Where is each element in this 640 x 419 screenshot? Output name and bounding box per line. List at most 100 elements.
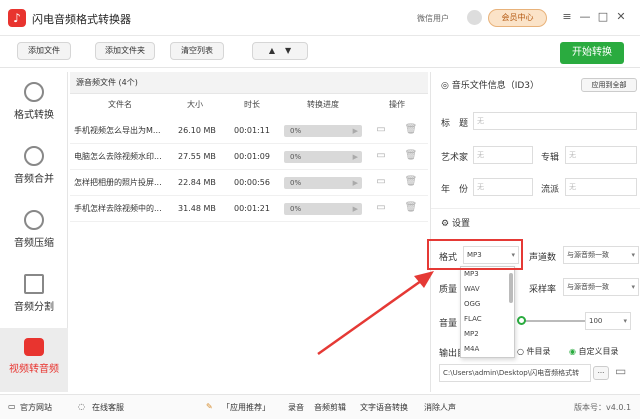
id3-album-input[interactable]: 无 [565, 146, 637, 164]
add-folder-button[interactable]: 添加文件夹 [95, 42, 155, 60]
sidebar-item-audio-merge[interactable]: 音频合并 [0, 136, 68, 200]
gear-icon: ⚙ [441, 219, 452, 229]
file-duration: 00:01:21 [234, 204, 270, 213]
minimize-icon[interactable]: — [578, 10, 592, 24]
format-option-mp2[interactable]: MP2 [461, 327, 506, 342]
column-header-progress: 转换进度 [307, 100, 339, 109]
output-source-option[interactable]: ○ 件目录 [517, 346, 551, 357]
sidebar-item-video-to-audio[interactable]: 视频转音频 [0, 328, 68, 392]
sidebar-item-label: 视频转音频 [9, 364, 59, 375]
column-header-duration: 时长 [244, 100, 260, 109]
output-path-input[interactable]: C:\Users\admin\Desktop\闪电音频格式转 [439, 364, 591, 382]
move-down-button[interactable]: ▼ [285, 46, 291, 55]
folder-icon[interactable]: ▭ [374, 202, 388, 216]
website-icon: ▭ [8, 402, 16, 411]
title-bar: ♪ 闪电音频格式转换器 微信用户 会员中心 ≡ — □ ✕ [0, 0, 640, 36]
samplerate-select[interactable]: 与源音频一致 [563, 278, 639, 296]
split-icon [24, 274, 44, 294]
dropdown-scrollbar[interactable] [509, 273, 513, 303]
column-header-actions: 操作 [389, 100, 405, 109]
tts-link[interactable]: 文字语音转换 [360, 402, 408, 413]
table-row[interactable]: 电脑怎么去除视频水印... 27.55 MB 00:01:09 0% ▭ 🗑 [70, 144, 428, 170]
delete-icon[interactable]: 🗑 [404, 176, 418, 190]
format-option-ogg[interactable]: OGG [461, 297, 506, 312]
column-header-size: 大小 [187, 100, 203, 109]
table-row[interactable]: 手机视频怎么导出为M... 26.10 MB 00:01:11 0% ▭ 🗑 [70, 118, 428, 144]
start-convert-button[interactable]: 开始转换 [560, 42, 624, 64]
menu-icon[interactable]: ≡ [560, 10, 574, 24]
folder-icon[interactable]: ▭ [374, 176, 388, 190]
progress-bar: 0% [284, 177, 362, 189]
settings-section-title: ⚙ 设置 [441, 219, 470, 229]
file-duration: 00:01:11 [234, 126, 270, 135]
channel-select[interactable]: 与源音频一致 [563, 246, 639, 264]
refresh-icon [24, 82, 44, 102]
id3-artist-input[interactable]: 无 [473, 146, 533, 164]
sidebar-item-label: 格式转换 [14, 110, 54, 121]
file-list-header: 源音频文件 (4个) [70, 72, 428, 94]
vocal-remove-link[interactable]: 消除人声 [424, 402, 456, 413]
app-logo-icon: ♪ [8, 9, 26, 27]
app-title: 闪电音频格式转换器 [32, 13, 131, 26]
format-option-m4a[interactable]: M4A [461, 342, 506, 357]
divider [431, 208, 640, 209]
file-size: 31.48 MB [178, 204, 216, 213]
id3-artist-label: 艺术家 [441, 153, 469, 163]
version-label: 版本号：v4.0.1 [574, 403, 632, 412]
column-header-name: 文件名 [108, 100, 132, 109]
sidebar-item-audio-compress[interactable]: 音频压缩 [0, 200, 68, 264]
add-file-button[interactable]: 添加文件 [17, 42, 71, 60]
sidebar-item-format-convert[interactable]: 格式转换 [0, 72, 68, 136]
id3-genre-input[interactable]: 无 [565, 178, 637, 196]
format-option-wav[interactable]: WAV [461, 282, 506, 297]
status-bar: ▭ 官方网站 ◌ 在线客服 ✎ 「应用推荐」 录音 音频剪辑 文字语音转换 消除… [0, 394, 640, 419]
volume-input[interactable]: 100 [585, 312, 631, 330]
format-option-flac[interactable]: FLAC [461, 312, 506, 327]
user-name[interactable]: 微信用户 [417, 13, 449, 24]
folder-icon[interactable]: ▭ [374, 150, 388, 164]
output-custom-option[interactable]: ◉ 自定义目录 [569, 346, 619, 357]
annotation-arrow-icon [317, 271, 434, 356]
avatar[interactable] [467, 10, 482, 25]
folder-open-icon[interactable]: ▭ [615, 364, 626, 378]
delete-icon[interactable]: 🗑 [404, 202, 418, 216]
play-icon [24, 338, 44, 356]
folder-icon[interactable]: ▭ [374, 124, 388, 138]
id3-title-label: 标 题 [441, 119, 469, 129]
file-name: 手机怎样去除视频中的... [74, 204, 162, 213]
move-up-button[interactable]: ▲ [269, 46, 275, 55]
sidebar-item-label: 音频压缩 [14, 238, 54, 249]
clear-list-button[interactable]: 清空列表 [170, 42, 224, 60]
file-size: 26.10 MB [178, 126, 216, 135]
progress-bar: 0% [284, 125, 362, 137]
progress-bar: 0% [284, 151, 362, 163]
vip-center-button[interactable]: 会员中心 [488, 9, 547, 27]
volume-slider-handle[interactable] [517, 316, 526, 325]
id3-year-input[interactable]: 无 [473, 178, 533, 196]
table-row[interactable]: 手机怎样去除视频中的... 31.48 MB 00:01:21 0% ▭ 🗑 [70, 196, 428, 222]
sidebar-item-audio-split[interactable]: 音频分割 [0, 264, 68, 328]
website-link[interactable]: 官方网站 [20, 402, 52, 413]
file-size: 22.84 MB [178, 178, 216, 187]
chat-icon: ◌ [78, 402, 85, 411]
id3-genre-label: 流派 [541, 185, 560, 195]
sidebar-item-label: 音频分割 [14, 302, 54, 313]
file-duration: 00:01:09 [234, 152, 270, 161]
delete-icon[interactable]: 🗑 [404, 150, 418, 164]
app-recommend-label: 「应用推荐」 [222, 403, 270, 412]
maximize-icon[interactable]: □ [596, 10, 610, 24]
apply-all-button[interactable]: 应用到全部 [581, 78, 637, 92]
delete-icon[interactable]: 🗑 [404, 124, 418, 138]
volume-slider[interactable] [519, 320, 585, 322]
id3-section-title: ◎ 音乐文件信息（ID3） [441, 81, 540, 91]
close-icon[interactable]: ✕ [614, 10, 628, 24]
audio-edit-link[interactable]: 音频剪辑 [314, 402, 346, 413]
table-row[interactable]: 怎样把相册的照片投屏... 22.84 MB 00:00:56 0% ▭ 🗑 [70, 170, 428, 196]
record-link[interactable]: 录音 [288, 402, 304, 413]
more-icon[interactable]: ··· [593, 366, 609, 380]
file-name: 手机视频怎么导出为M... [74, 126, 161, 135]
id3-title-input[interactable]: 无 [473, 112, 637, 130]
online-service-link[interactable]: 在线客服 [92, 402, 124, 413]
music-info-icon: ◎ [441, 81, 452, 91]
music-note-icon [24, 210, 44, 230]
